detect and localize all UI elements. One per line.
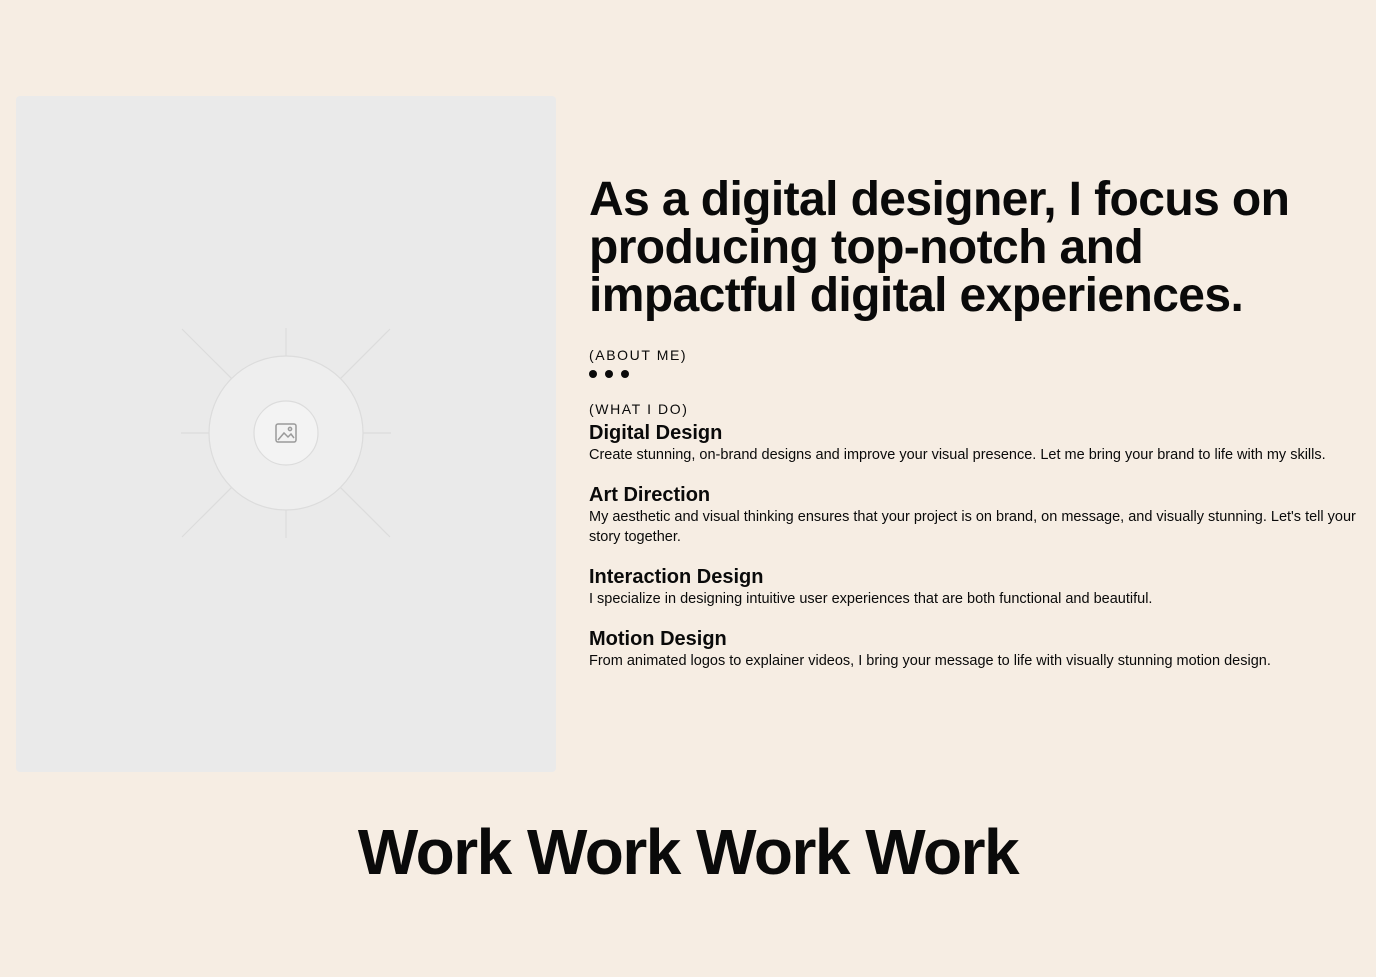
what-i-do-label: (WHAT I DO) (589, 401, 689, 417)
service-description: I specialize in designing intuitive user… (589, 591, 1153, 607)
service-description: From animated logos to explainer videos,… (589, 653, 1271, 669)
service-description: Create stunning, on-brand designs and im… (589, 447, 1326, 463)
slide-dot[interactable] (605, 370, 613, 378)
slide-dot[interactable] (589, 370, 597, 378)
service-item: Interaction Design I specialize in desig… (589, 565, 1361, 609)
service-title: Motion Design (589, 628, 727, 650)
about-me-label: (ABOUT ME) (589, 347, 688, 363)
service-item: Art Direction My aesthetic and visual th… (589, 483, 1361, 547)
service-title: Interaction Design (589, 566, 764, 588)
service-title: Digital Design (589, 422, 723, 444)
headline: As a digital designer, I focus on produc… (589, 173, 1290, 322)
service-title: Art Direction (589, 484, 711, 506)
service-description: My aesthetic and visual thinking ensures… (589, 509, 1356, 545)
services-list: Digital Design Create stunning, on-brand… (589, 421, 1361, 671)
service-item: Digital Design Create stunning, on-brand… (589, 421, 1361, 465)
service-item: Motion Design From animated logos to exp… (589, 627, 1361, 671)
placeholder-graphic (181, 328, 391, 538)
slide-dots (589, 370, 1361, 378)
work-section-title: Work Work Work Work (357, 816, 1020, 888)
image-placeholder (16, 96, 556, 772)
about-section: As a digital designer, I focus on produc… (589, 176, 1361, 689)
slide-dot[interactable] (621, 370, 629, 378)
